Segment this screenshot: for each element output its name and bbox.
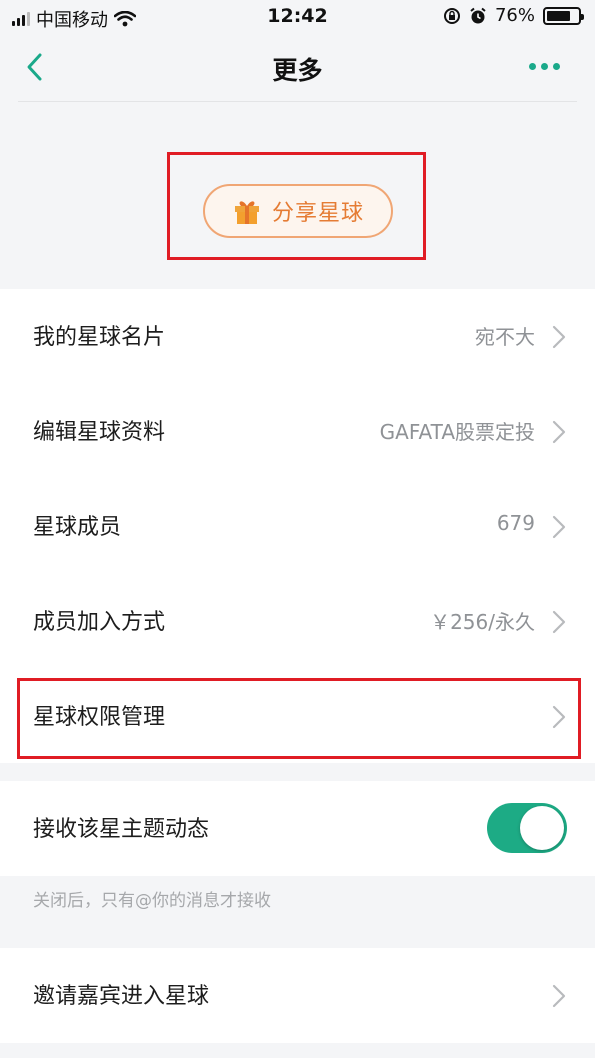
list-item-label: 星球成员 — [33, 515, 122, 540]
list-item-edit-profile[interactable]: 编辑星球资料 GAFATA股票定投 — [0, 384, 595, 479]
highlight-box — [17, 678, 581, 759]
list-item-label: 我的星球名片 — [33, 325, 166, 350]
share-area: 分享星球 — [0, 102, 595, 289]
status-right: 76% — [443, 5, 584, 26]
list-item-value: ￥256/永久 — [430, 610, 535, 634]
list-item-label: 接收该星主题动态 — [33, 817, 210, 842]
nav-bar: 更多 — [0, 34, 595, 102]
gift-icon — [234, 201, 259, 224]
list-item-join-method[interactable]: 成员加入方式 ￥256/永久 — [0, 574, 595, 669]
list-item-invite[interactable]: 邀请嘉宾进入星球 — [0, 948, 595, 1043]
share-planet-label: 分享星球 — [271, 201, 364, 226]
subscribe-toggle[interactable] — [487, 803, 567, 853]
share-planet-button[interactable]: 分享星球 — [203, 184, 393, 238]
invite-group: 邀请嘉宾进入星球 — [0, 948, 595, 1043]
list-item-value: 679 — [496, 511, 535, 535]
more-dots-icon[interactable] — [529, 54, 569, 78]
list-item-value: 宛不大 — [475, 325, 535, 349]
chevron-right-icon — [552, 420, 566, 444]
alarm-icon — [470, 7, 486, 23]
page-title: 更多 — [272, 56, 323, 85]
chevron-right-icon — [552, 610, 566, 634]
toggle-knob — [520, 806, 564, 850]
subscribe-group: 接收该星主题动态 — [0, 781, 595, 876]
list-item-my-card[interactable]: 我的星球名片 宛不大 — [0, 289, 595, 384]
battery-icon — [543, 6, 584, 25]
list-item-members[interactable]: 星球成员 679 — [0, 479, 595, 574]
list-item-subscribe: 接收该星主题动态 — [0, 781, 595, 876]
list-item-label: 编辑星球资料 — [33, 420, 166, 445]
chevron-right-icon — [552, 984, 566, 1008]
list-item-label: 成员加入方式 — [33, 610, 166, 635]
list-item-label: 邀请嘉宾进入星球 — [33, 984, 210, 1009]
battery-percent: 76% — [494, 5, 535, 26]
list-item-value: GAFATA股票定投 — [379, 420, 535, 444]
chevron-right-icon — [552, 325, 566, 349]
subscribe-hint: 关闭后，只有@你的消息才接收 — [33, 891, 271, 911]
status-bar: 中国移动 12:42 76% — [0, 0, 595, 34]
orientation-lock-icon — [443, 7, 460, 24]
chevron-right-icon — [552, 515, 566, 539]
